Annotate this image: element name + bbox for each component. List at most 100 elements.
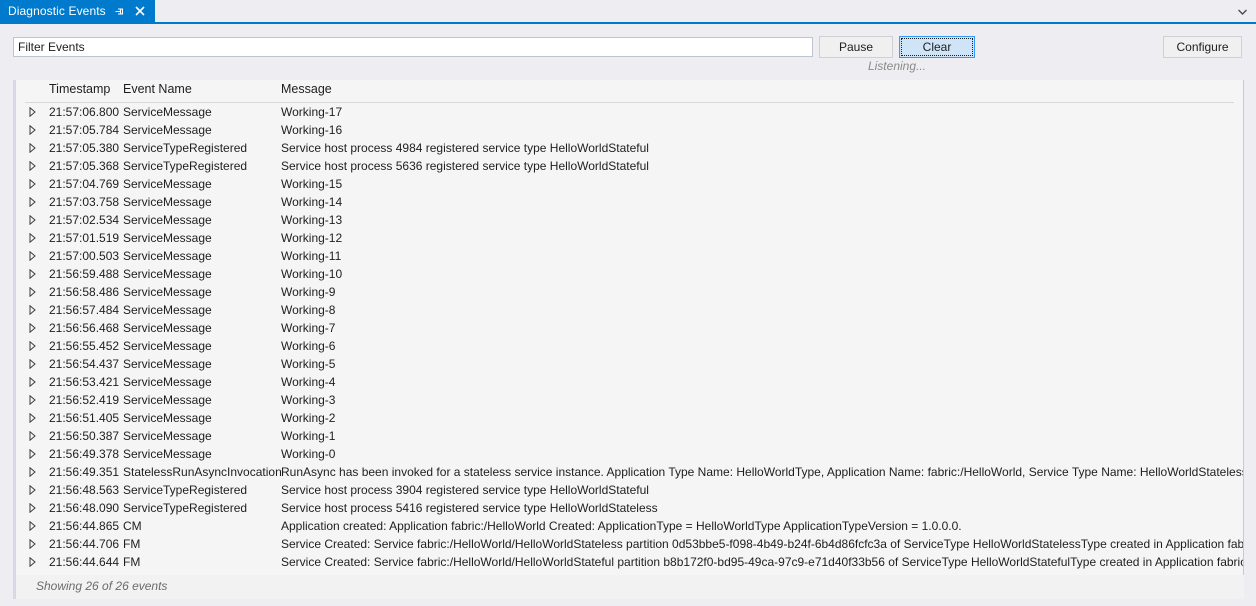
cell-timestamp: 21:56:52.419: [49, 391, 119, 409]
cell-message: Working-9: [281, 283, 1243, 301]
expand-triangle-icon[interactable]: [29, 445, 43, 463]
cell-message: Working-11: [281, 247, 1243, 265]
cell-event-name: ServiceMessage: [123, 427, 212, 445]
column-header-message[interactable]: Message: [281, 82, 332, 96]
expand-triangle-icon[interactable]: [29, 373, 43, 391]
expand-triangle-icon[interactable]: [29, 391, 43, 409]
cell-event-name: ServiceMessage: [123, 355, 212, 373]
cell-timestamp: 21:56:48.090: [49, 499, 119, 517]
table-row[interactable]: 21:57:01.519ServiceMessageWorking-12: [16, 229, 1243, 247]
table-row[interactable]: 21:57:02.534ServiceMessageWorking-13: [16, 211, 1243, 229]
cell-message: Working-15: [281, 175, 1243, 193]
table-row[interactable]: 21:57:05.380ServiceTypeRegisteredService…: [16, 139, 1243, 157]
table-row[interactable]: 21:56:54.437ServiceMessage Working-5: [16, 355, 1243, 373]
table-row[interactable]: 21:56:52.419ServiceMessageWorking-3: [16, 391, 1243, 409]
table-row[interactable]: 21:56:50.387ServiceMessageWorking-1: [16, 427, 1243, 445]
expand-triangle-icon[interactable]: [29, 463, 43, 481]
cell-message: Working-2: [281, 409, 1243, 427]
clear-button[interactable]: Clear: [899, 36, 975, 58]
listening-status: Listening...: [819, 59, 975, 73]
expand-triangle-icon[interactable]: [29, 427, 43, 445]
table-row[interactable]: 21:56:59.488ServiceMessageWorking-10: [16, 265, 1243, 283]
table-row[interactable]: 21:57:04.769ServiceMessageWorking-15: [16, 175, 1243, 193]
table-row[interactable]: 21:56:53.421ServiceMessageWorking-4: [16, 373, 1243, 391]
filter-events-input[interactable]: [13, 37, 813, 57]
expand-triangle-icon[interactable]: [29, 355, 43, 373]
cell-message: Working-16: [281, 121, 1243, 139]
expand-triangle-icon[interactable]: [29, 409, 43, 427]
close-icon[interactable]: [133, 2, 148, 20]
cell-timestamp: 21:57:00.503: [49, 247, 119, 265]
table-row[interactable]: 21:56:58.486ServiceMessageWorking-9: [16, 283, 1243, 301]
cell-timestamp: 21:57:03.758: [49, 193, 119, 211]
expand-triangle-icon[interactable]: [29, 139, 43, 157]
table-row[interactable]: 21:56:57.484ServiceMessageWorking-8: [16, 301, 1243, 319]
expand-triangle-icon[interactable]: [29, 103, 43, 121]
expand-triangle-icon[interactable]: [29, 229, 43, 247]
table-row[interactable]: 21:56:49.351StatelessRunAsyncInvocationR…: [16, 463, 1243, 481]
cell-message: Service host process 5636 registered ser…: [281, 157, 1243, 175]
expand-triangle-icon[interactable]: [29, 517, 43, 535]
expand-triangle-icon[interactable]: [29, 121, 43, 139]
expand-triangle-icon[interactable]: [29, 283, 43, 301]
pin-icon[interactable]: [112, 2, 127, 20]
configure-button[interactable]: Configure: [1163, 36, 1242, 58]
cell-timestamp: 21:56:50.387: [49, 427, 119, 445]
table-row[interactable]: 21:56:48.090ServiceTypeRegisteredService…: [16, 499, 1243, 517]
cell-message: Working-13: [281, 211, 1243, 229]
cell-message: Working-5: [281, 355, 1243, 373]
table-row[interactable]: 21:57:06.800ServiceMessageWorking-17: [16, 103, 1243, 121]
expand-triangle-icon[interactable]: [29, 535, 43, 553]
cell-message: Working-17: [281, 103, 1243, 121]
table-row[interactable]: 21:56:56.468ServiceMessageWorking-7: [16, 319, 1243, 337]
expand-triangle-icon[interactable]: [29, 247, 43, 265]
expand-triangle-icon[interactable]: [29, 319, 43, 337]
table-row[interactable]: 21:57:05.784ServiceMessageWorking-16: [16, 121, 1243, 139]
cell-timestamp: 21:57:01.519: [49, 229, 119, 247]
cell-timestamp: 21:57:05.380: [49, 139, 119, 157]
table-row[interactable]: 21:56:49.378ServiceMessageWorking-0: [16, 445, 1243, 463]
cell-event-name: ServiceMessage: [123, 103, 212, 121]
table-row[interactable]: 21:56:44.644FMService Created: Service f…: [16, 553, 1243, 571]
table-row[interactable]: 21:57:00.503ServiceMessageWorking-11: [16, 247, 1243, 265]
cell-timestamp: 21:56:54.437: [49, 355, 119, 373]
table-row[interactable]: 21:56:48.563ServiceTypeRegisteredService…: [16, 481, 1243, 499]
cell-event-name: ServiceMessage: [123, 193, 212, 211]
clear-button-label: Clear: [901, 38, 973, 56]
expand-triangle-icon[interactable]: [29, 301, 43, 319]
table-row[interactable]: 21:56:51.405ServiceMessageWorking-2: [16, 409, 1243, 427]
cell-timestamp: 21:56:57.484: [49, 301, 119, 319]
cell-timestamp: 21:56:55.452: [49, 337, 119, 355]
cell-message: Working-14: [281, 193, 1243, 211]
cell-message: Working-12: [281, 229, 1243, 247]
table-row[interactable]: 21:57:05.368ServiceTypeRegisteredService…: [16, 157, 1243, 175]
column-header-event-name[interactable]: Event Name: [123, 82, 192, 96]
expand-triangle-icon[interactable]: [29, 553, 43, 571]
expand-triangle-icon[interactable]: [29, 175, 43, 193]
tab-diagnostic-events[interactable]: Diagnostic Events: [0, 0, 155, 22]
cell-timestamp: 21:56:44.706: [49, 535, 119, 553]
column-header-timestamp[interactable]: Timestamp: [49, 82, 110, 96]
cell-message: Service host process 4984 registered ser…: [281, 139, 1243, 157]
table-row[interactable]: 21:56:55.452ServiceMessageWorking-6: [16, 337, 1243, 355]
cell-message: Working-6: [281, 337, 1243, 355]
table-row[interactable]: 21:56:44.865CMApplication created: Appli…: [16, 517, 1243, 535]
table-row[interactable]: 21:57:03.758ServiceMessage Working-14: [16, 193, 1243, 211]
cell-timestamp: 21:56:44.865: [49, 517, 119, 535]
cell-timestamp: 21:57:02.534: [49, 211, 119, 229]
expand-triangle-icon[interactable]: [29, 481, 43, 499]
cell-message: Service Created: Service fabric:/HelloWo…: [281, 553, 1243, 571]
expand-triangle-icon[interactable]: [29, 211, 43, 229]
cell-message: Working-4: [281, 373, 1243, 391]
cell-timestamp: 21:56:49.378: [49, 445, 119, 463]
cell-message: Service host process 5416 registered ser…: [281, 499, 1243, 517]
expand-triangle-icon[interactable]: [29, 193, 43, 211]
chevron-down-icon[interactable]: [1234, 5, 1250, 19]
expand-triangle-icon[interactable]: [29, 265, 43, 283]
table-row[interactable]: 21:56:44.706FMService Created: Service f…: [16, 535, 1243, 553]
expand-triangle-icon[interactable]: [29, 337, 43, 355]
event-count-status: Showing 26 of 26 events: [36, 579, 167, 593]
expand-triangle-icon[interactable]: [29, 157, 43, 175]
expand-triangle-icon[interactable]: [29, 499, 43, 517]
pause-button[interactable]: Pause: [819, 36, 893, 58]
